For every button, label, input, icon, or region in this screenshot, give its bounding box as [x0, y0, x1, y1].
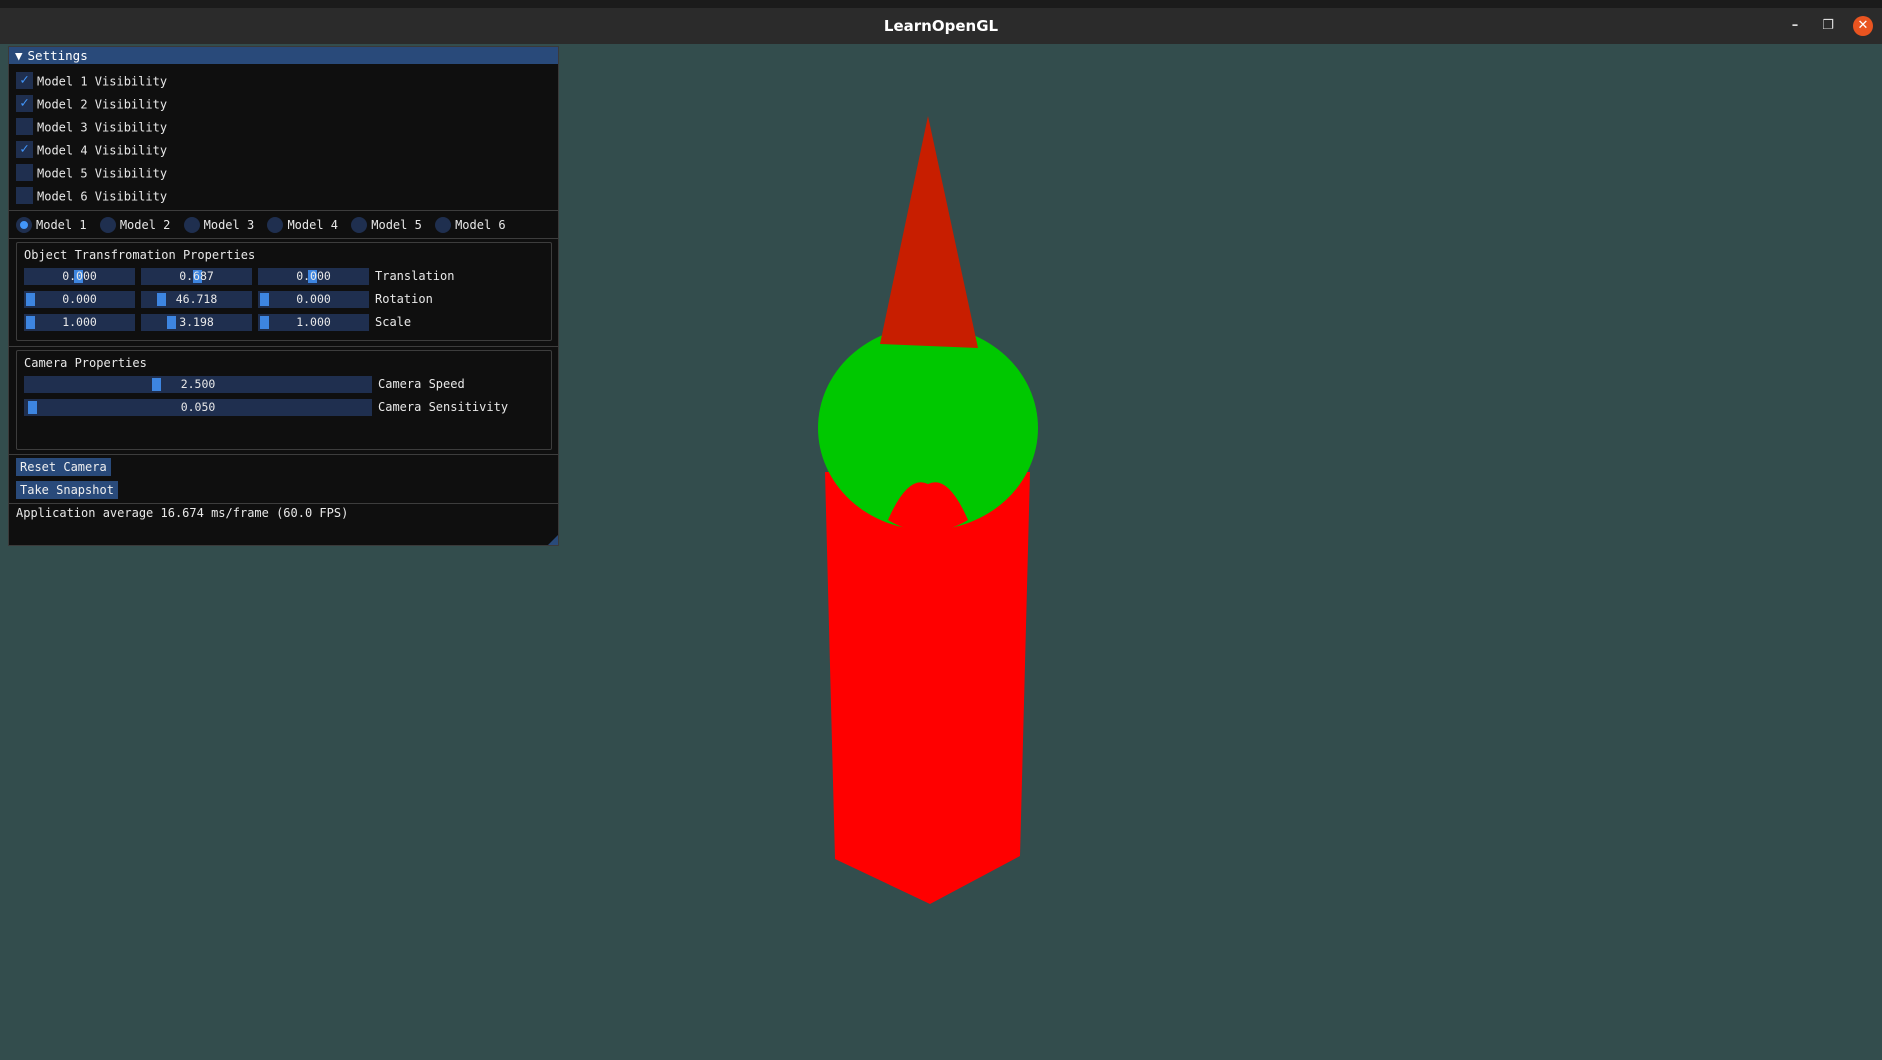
slider-grab[interactable] [26, 316, 35, 329]
radio-label: Model 4 [287, 218, 339, 232]
separator [9, 346, 558, 347]
scale-z-slider[interactable]: 1.000 [258, 314, 369, 331]
slider-value: 3.198 [179, 315, 214, 329]
slider-value: 46.718 [175, 292, 218, 306]
checkbox-label: Model 5 Visibility [37, 166, 168, 181]
separator [9, 454, 558, 455]
slider-grab[interactable] [260, 293, 269, 306]
model-radio-group[interactable]: Model 1 Model 2 Model 3 Model 4 Model 5 … [16, 214, 512, 236]
fps-status-text: Application average 16.674 ms/frame (60.… [16, 506, 349, 520]
reset-camera-button[interactable]: Reset Camera [16, 458, 111, 476]
slider-grab[interactable] [152, 378, 161, 391]
radio-dot[interactable] [16, 216, 32, 233]
settings-title: Settings [27, 48, 88, 63]
radio-model-4[interactable]: Model 4 [267, 214, 338, 236]
slider-grab[interactable] [157, 293, 166, 306]
slider-value: 0.000 [296, 269, 331, 283]
radio-model-5[interactable]: Model 5 [351, 214, 422, 236]
camera-group-title: Camera Properties [24, 356, 147, 370]
checkbox-box[interactable] [16, 118, 33, 135]
visibility-checkbox-1[interactable]: ✓ Model 1 Visibility [16, 70, 167, 92]
translation-label: Translation [375, 269, 455, 283]
transform-group-title: Object Transfromation Properties [24, 248, 256, 262]
checkbox-box[interactable]: ✓ [16, 141, 33, 158]
slider-value: 1.000 [62, 315, 97, 329]
radio-dot[interactable] [267, 216, 284, 233]
visibility-checkbox-3[interactable]: Model 3 Visibility [16, 116, 167, 138]
translation-y-slider[interactable]: 0.687 [141, 268, 252, 285]
radio-label: Model 6 [455, 218, 506, 232]
radio-dot[interactable] [183, 216, 200, 233]
visibility-checkbox-2[interactable]: ✓ Model 2 Visibility [16, 93, 167, 115]
visibility-checkbox-6[interactable]: Model 6 Visibility [16, 185, 167, 207]
slider-grab[interactable] [26, 293, 35, 306]
minimize-icon[interactable]: – [1785, 16, 1805, 36]
resize-grip-icon[interactable] [548, 535, 558, 545]
slider-value: 0.000 [296, 292, 331, 306]
take-snapshot-button[interactable]: Take Snapshot [16, 481, 118, 499]
visibility-checkbox-4[interactable]: ✓ Model 4 Visibility [16, 139, 167, 161]
slider-value: 2.500 [180, 377, 216, 391]
slider-value: 0.000 [62, 292, 97, 306]
rotation-z-slider[interactable]: 0.000 [258, 291, 369, 308]
checkbox-box[interactable] [16, 187, 33, 204]
slider-grab[interactable] [28, 401, 37, 414]
slider-value: 0.687 [179, 269, 214, 283]
radio-label: Model 3 [203, 218, 255, 232]
window-titlebar[interactable]: LearnOpenGL – ❐ ✕ [0, 8, 1882, 44]
scale-x-slider[interactable]: 1.000 [24, 314, 135, 331]
checkbox-label: Model 6 Visibility [37, 189, 168, 204]
maximize-icon[interactable]: ❐ [1818, 16, 1838, 36]
translation-x-slider[interactable]: 0.000 [24, 268, 135, 285]
slider-value: 1.000 [296, 315, 331, 329]
checkbox-label: Model 2 Visibility [37, 97, 168, 112]
radio-model-1[interactable]: Model 1 [16, 214, 87, 236]
translation-z-slider[interactable]: 0.000 [258, 268, 369, 285]
checkbox-label: Model 3 Visibility [37, 120, 168, 135]
separator [9, 503, 558, 504]
radio-label: Model 5 [371, 218, 422, 232]
radio-label: Model 2 [119, 218, 171, 232]
radio-label: Model 1 [36, 218, 87, 232]
radio-model-3[interactable]: Model 3 [183, 214, 255, 236]
checkbox-label: Model 4 Visibility [37, 143, 168, 158]
radio-model-2[interactable]: Model 2 [99, 214, 171, 236]
top-strip [0, 0, 1882, 8]
camera-sensitivity-label: Camera Sensitivity [378, 400, 509, 414]
red-body [825, 472, 1030, 904]
scale-y-slider[interactable]: 3.198 [141, 314, 252, 331]
radio-model-6[interactable]: Model 6 [435, 214, 506, 236]
slider-grab[interactable] [260, 316, 269, 329]
separator [9, 238, 558, 239]
radio-dot[interactable] [435, 216, 452, 233]
checkbox-box[interactable]: ✓ [16, 72, 33, 89]
window-title: LearnOpenGL [883, 17, 999, 35]
slider-value: 0.050 [180, 400, 216, 414]
rotation-label: Rotation [375, 292, 433, 306]
rotation-x-slider[interactable]: 0.000 [24, 291, 135, 308]
radio-dot[interactable] [99, 216, 116, 233]
slider-value: 0.000 [62, 269, 97, 283]
red-cone [880, 116, 978, 348]
camera-sensitivity-slider[interactable]: 0.050 [24, 399, 372, 416]
checkbox-box[interactable] [16, 164, 33, 181]
collapse-arrow-icon[interactable]: ▼ [15, 48, 23, 63]
slider-grab[interactable] [167, 316, 176, 329]
checkbox-label: Model 1 Visibility [37, 74, 168, 89]
camera-group: Camera Properties 2.500 Camera Speed 0.0… [16, 350, 552, 450]
scale-label: Scale [375, 315, 412, 329]
rotation-y-slider[interactable]: 46.718 [141, 291, 252, 308]
close-icon[interactable]: ✕ [1853, 16, 1873, 36]
camera-speed-label: Camera Speed [378, 377, 465, 391]
separator [9, 210, 558, 211]
camera-speed-slider[interactable]: 2.500 [24, 376, 372, 393]
settings-titlebar[interactable]: ▼ Settings [9, 47, 558, 64]
settings-window[interactable]: ▼ Settings ✓ Model 1 Visibility ✓ Model 2 V… [8, 46, 559, 546]
visibility-checkbox-5[interactable]: Model 5 Visibility [16, 162, 167, 184]
transform-group: Object Transfromation Properties 0.000 0… [16, 242, 552, 341]
checkbox-box[interactable]: ✓ [16, 95, 33, 112]
radio-dot[interactable] [351, 216, 368, 233]
